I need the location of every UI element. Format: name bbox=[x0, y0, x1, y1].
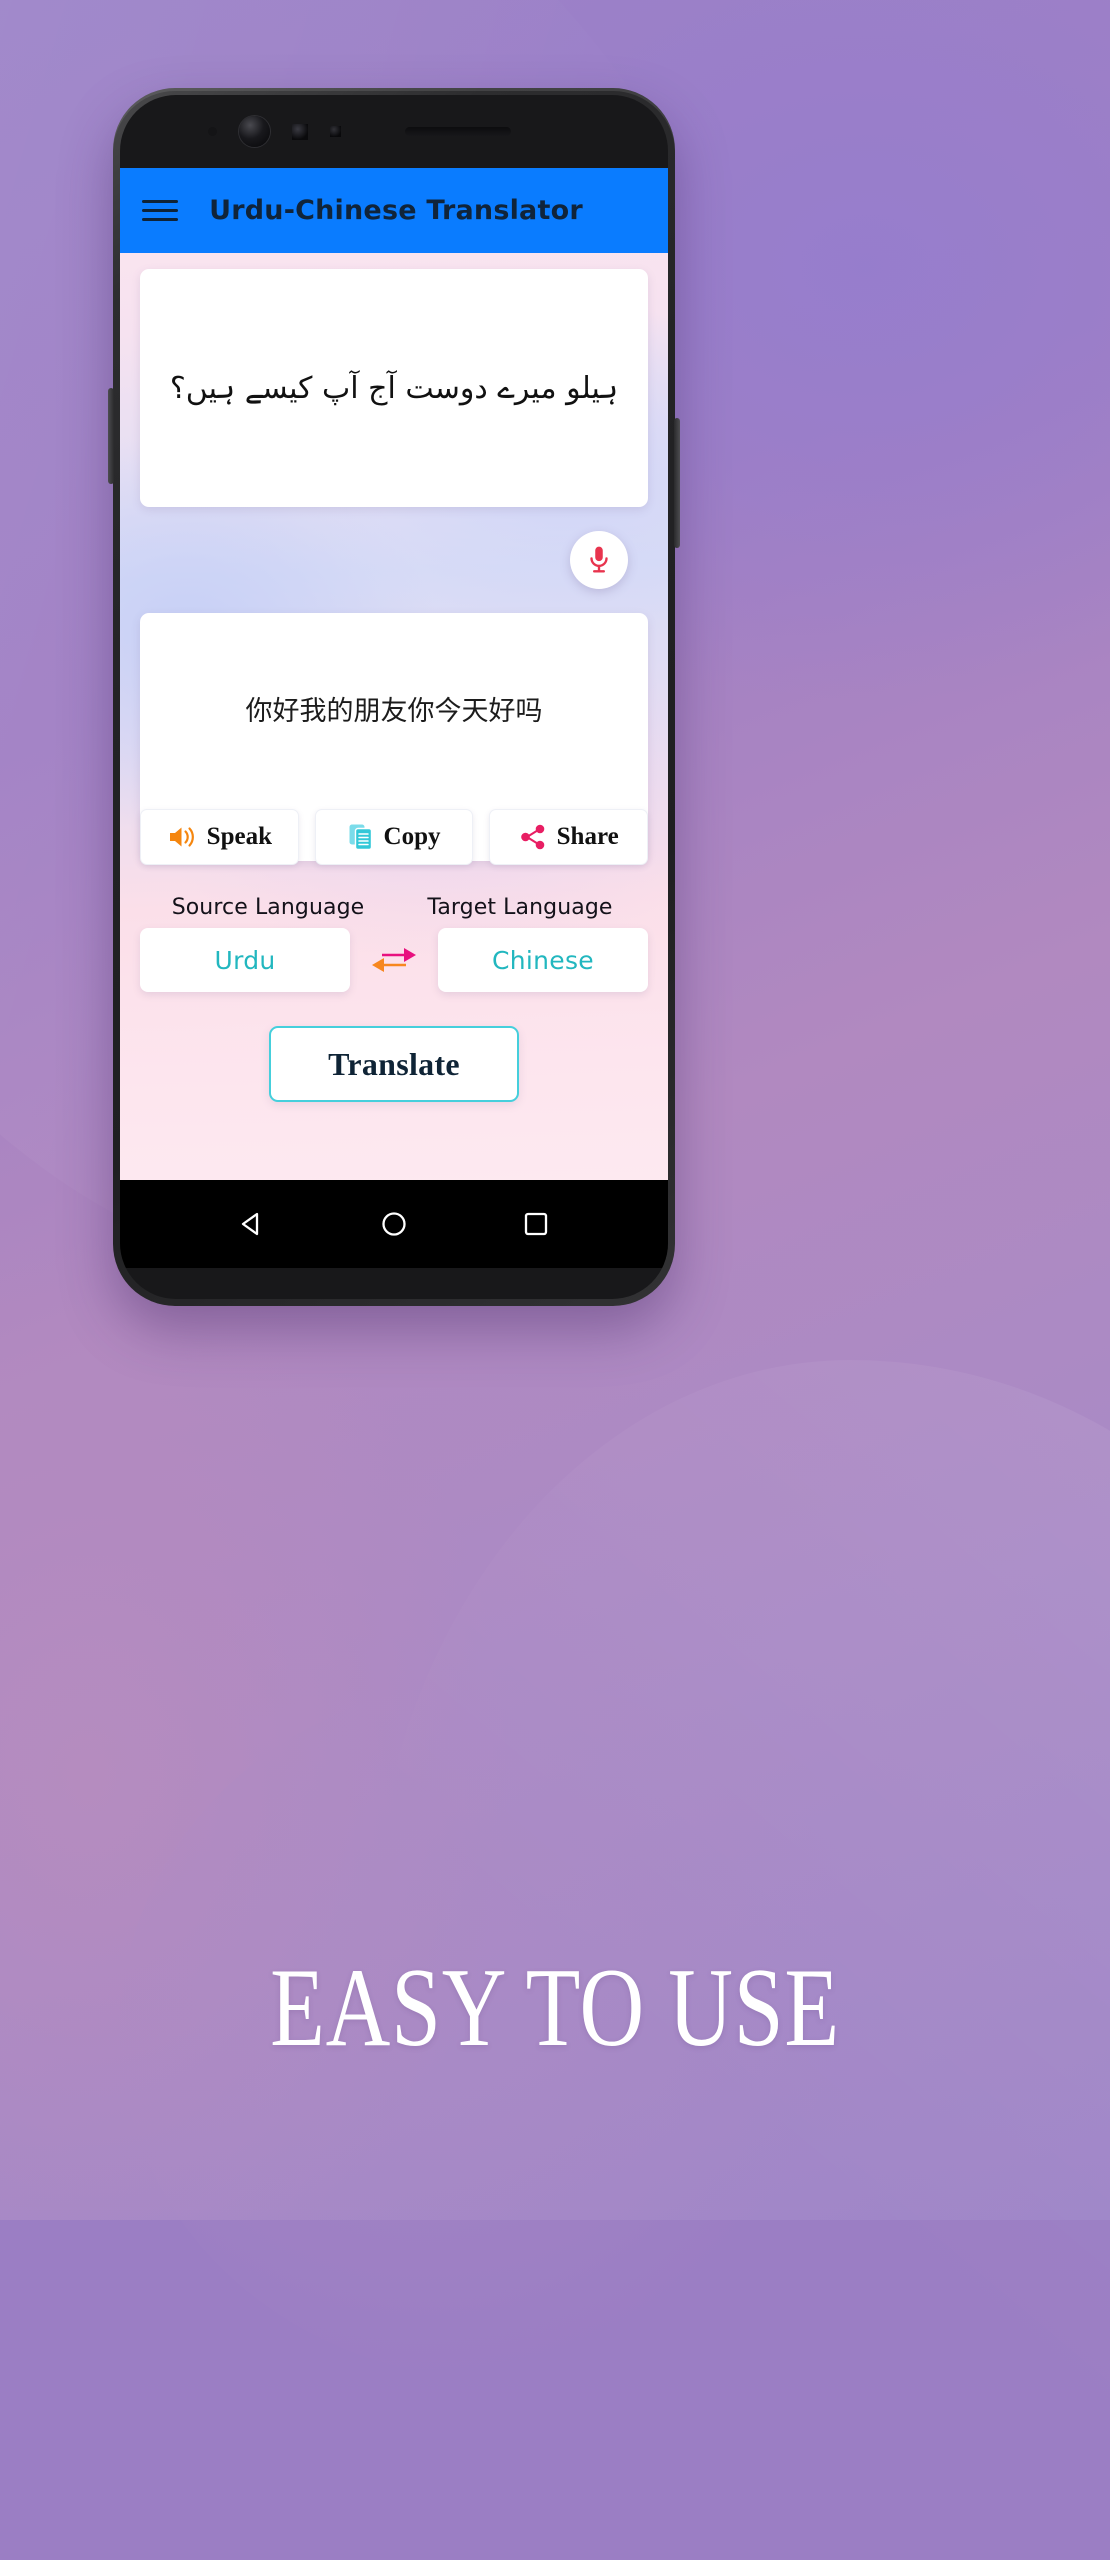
share-nodes-icon bbox=[520, 824, 544, 850]
source-text-value: ہیلو میرے دوست آج آپ کیسے ہیں؟ bbox=[169, 370, 619, 406]
action-buttons-row: Speak Copy Share bbox=[140, 809, 649, 871]
home-circle-icon bbox=[382, 1212, 406, 1236]
source-language-label: Source Language bbox=[171, 895, 365, 920]
copy-button-label: Copy bbox=[383, 823, 441, 850]
recents-square-icon bbox=[524, 1212, 548, 1236]
target-language-select[interactable]: Chinese bbox=[438, 928, 648, 992]
language-selector-section: Source Language Target Language Urdu Chi… bbox=[140, 895, 648, 992]
source-language-value: Urdu bbox=[214, 945, 276, 975]
swap-arrows-icon bbox=[372, 948, 416, 972]
back-triangle-icon bbox=[241, 1212, 259, 1236]
target-text-value: 你好我的朋友你今天好吗 bbox=[245, 695, 543, 727]
translate-button-wrap: Translate bbox=[140, 1026, 648, 1102]
ir-sensor-icon bbox=[208, 127, 217, 136]
front-camera-icon bbox=[239, 116, 270, 147]
target-language-label: Target Language bbox=[427, 895, 613, 920]
light-sensor-icon bbox=[330, 126, 341, 137]
phone-volume-button bbox=[108, 388, 114, 484]
volume-speaker-icon bbox=[169, 827, 194, 847]
app-bar: Urdu-Chinese Translator bbox=[120, 168, 668, 253]
microphone-icon bbox=[590, 546, 608, 573]
promo-tagline: EASY TO USE bbox=[270, 1946, 840, 2070]
target-language-value: Chinese bbox=[492, 945, 594, 975]
language-labels-row: Source Language Target Language bbox=[140, 895, 648, 928]
source-language-select[interactable]: Urdu bbox=[140, 928, 350, 992]
phone-top-bezel bbox=[120, 95, 668, 168]
share-button[interactable]: Share bbox=[489, 809, 649, 865]
microphone-button[interactable] bbox=[570, 531, 628, 589]
phone-mockup: Urdu-Chinese Translator ہیلو میرے دوست آ… bbox=[108, 88, 680, 1306]
hamburger-menu-icon[interactable] bbox=[138, 189, 182, 233]
source-text-card[interactable]: ہیلو میرے دوست آج آپ کیسے ہیں؟ bbox=[140, 269, 648, 507]
app-content: ہیلو میرے دوست آج آپ کیسے ہیں؟ 你好我的朋友你今天… bbox=[120, 253, 668, 1102]
translate-button-label: Translate bbox=[328, 1045, 460, 1082]
recents-button[interactable] bbox=[521, 1209, 551, 1239]
app-screen: Urdu-Chinese Translator ہیلو میرے دوست آ… bbox=[120, 168, 668, 1180]
speak-button[interactable]: Speak bbox=[140, 809, 299, 865]
swap-languages-button[interactable] bbox=[362, 937, 426, 983]
home-button[interactable] bbox=[379, 1209, 409, 1239]
language-boxes-row: Urdu Chinese bbox=[140, 928, 648, 992]
translate-button[interactable]: Translate bbox=[269, 1026, 519, 1102]
copy-button[interactable]: Copy bbox=[314, 809, 474, 865]
phone-screen-area: Urdu-Chinese Translator ہیلو میرے دوست آ… bbox=[120, 95, 668, 1299]
copy-documents-icon bbox=[349, 824, 372, 851]
back-button[interactable] bbox=[237, 1209, 267, 1239]
phone-power-button bbox=[674, 418, 680, 548]
earpiece-speaker-icon bbox=[405, 127, 511, 136]
page-title: Urdu-Chinese Translator bbox=[209, 195, 583, 226]
share-button-label: Share bbox=[556, 823, 619, 850]
microphone-row bbox=[140, 507, 648, 613]
proximity-sensor-icon bbox=[292, 123, 308, 140]
android-navigation-bar bbox=[120, 1180, 668, 1268]
speak-button-label: Speak bbox=[206, 823, 272, 850]
